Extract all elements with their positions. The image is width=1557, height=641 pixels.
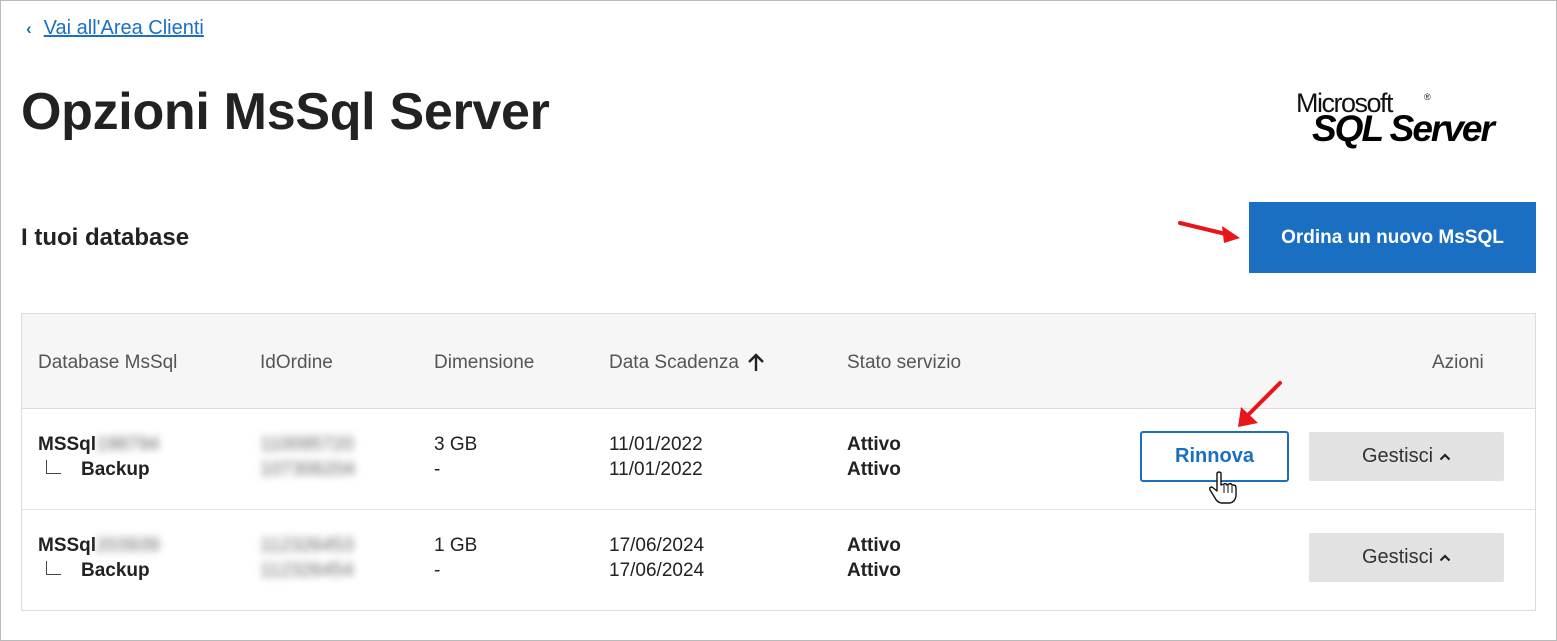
status-backup-value: Attivo — [847, 560, 901, 581]
size-cell: 1 GB - — [434, 533, 477, 583]
manage-button-label: Gestisci — [1361, 445, 1434, 467]
table-row: MSSql198794 Backup 110095720 107306204 3… — [22, 381, 1535, 510]
back-link-label[interactable]: Vai all'Area Clienti — [44, 17, 204, 40]
arrow-up-icon — [748, 353, 764, 371]
database-name: MSSql — [38, 535, 97, 556]
database-name-cell: MSSql198794 Backup — [38, 432, 159, 482]
expiry-cell: 17/06/2024 17/06/2024 — [609, 533, 704, 583]
header-dimensione[interactable]: Dimensione — [434, 352, 534, 374]
chevron-up-icon — [1439, 553, 1451, 561]
red-arrow-icon — [1238, 381, 1282, 427]
header-scadenza[interactable]: Data Scadenza — [609, 352, 765, 374]
logo-sqlserver-text: SQL Server — [1312, 108, 1495, 149]
header-azioni: Azioni — [1432, 352, 1484, 373]
page-title: Opzioni MsSql Server — [21, 83, 550, 141]
status-backup-value: Attivo — [847, 459, 901, 480]
backup-label: Backup — [81, 560, 150, 581]
size-value: 3 GB — [434, 434, 478, 455]
expiry-date: 17/06/2024 — [609, 535, 705, 556]
tree-branch-icon — [46, 561, 61, 575]
back-link[interactable]: ‹ Vai all'Area Clienti — [26, 17, 204, 40]
manage-button[interactable]: Gestisci — [1309, 533, 1504, 582]
status-value: Attivo — [847, 434, 901, 455]
status-cell: Attivo Attivo — [847, 533, 901, 583]
table-row: MSSql203939 Backup 112326453 112326454 1… — [22, 510, 1535, 611]
chevron-left-icon: ‹ — [26, 19, 32, 38]
expiry-date-backup: 11/01/2022 — [609, 459, 703, 480]
header-idordine[interactable]: IdOrdine — [260, 352, 333, 374]
database-name-cell: MSSql203939 Backup — [38, 533, 159, 583]
idordine-cell: 112326453 112326454 — [260, 533, 354, 583]
expiry-date: 11/01/2022 — [609, 434, 703, 455]
hand-pointer-icon — [1209, 471, 1237, 504]
logo-trademark: ® — [1424, 92, 1431, 102]
status-value: Attivo — [847, 535, 901, 556]
red-arrow-icon — [1178, 221, 1240, 243]
database-name: MSSql — [38, 434, 97, 455]
sql-server-logo: Microsoft ® SQL Server — [1296, 88, 1526, 149]
order-id: 112326453 — [260, 535, 354, 556]
order-id-backup: 107306204 — [260, 459, 356, 480]
expiry-date-backup: 17/06/2024 — [609, 560, 705, 581]
size-value: 1 GB — [434, 535, 478, 556]
database-name-suffix: 198794 — [96, 434, 160, 455]
table-header: Database MsSql IdOrdine Dimensione Data … — [22, 314, 1535, 409]
size-backup-value: - — [434, 560, 441, 581]
idordine-cell: 110095720 107306204 — [260, 432, 355, 482]
manage-button-label: Gestisci — [1361, 546, 1434, 568]
section-title: I tuoi database — [21, 224, 190, 251]
manage-button[interactable]: Gestisci — [1309, 432, 1504, 481]
order-new-mssql-button[interactable]: Ordina un nuovo MsSQL — [1249, 202, 1536, 273]
size-cell: 3 GB - — [434, 432, 477, 482]
order-id-backup: 112326454 — [260, 560, 354, 581]
header-scadenza-label: Data Scadenza — [609, 352, 739, 373]
database-table: Database MsSql IdOrdine Dimensione Data … — [21, 313, 1536, 611]
tree-branch-icon — [46, 460, 61, 474]
database-name-suffix: 203939 — [96, 535, 160, 556]
size-backup-value: - — [434, 459, 441, 480]
status-cell: Attivo Attivo — [847, 432, 901, 482]
order-id: 110095720 — [260, 434, 354, 455]
header-database[interactable]: Database MsSql — [38, 352, 177, 374]
backup-label: Backup — [81, 459, 150, 480]
expiry-cell: 11/01/2022 11/01/2022 — [609, 432, 703, 482]
header-stato[interactable]: Stato servizio — [847, 352, 961, 374]
chevron-up-icon — [1439, 452, 1451, 460]
